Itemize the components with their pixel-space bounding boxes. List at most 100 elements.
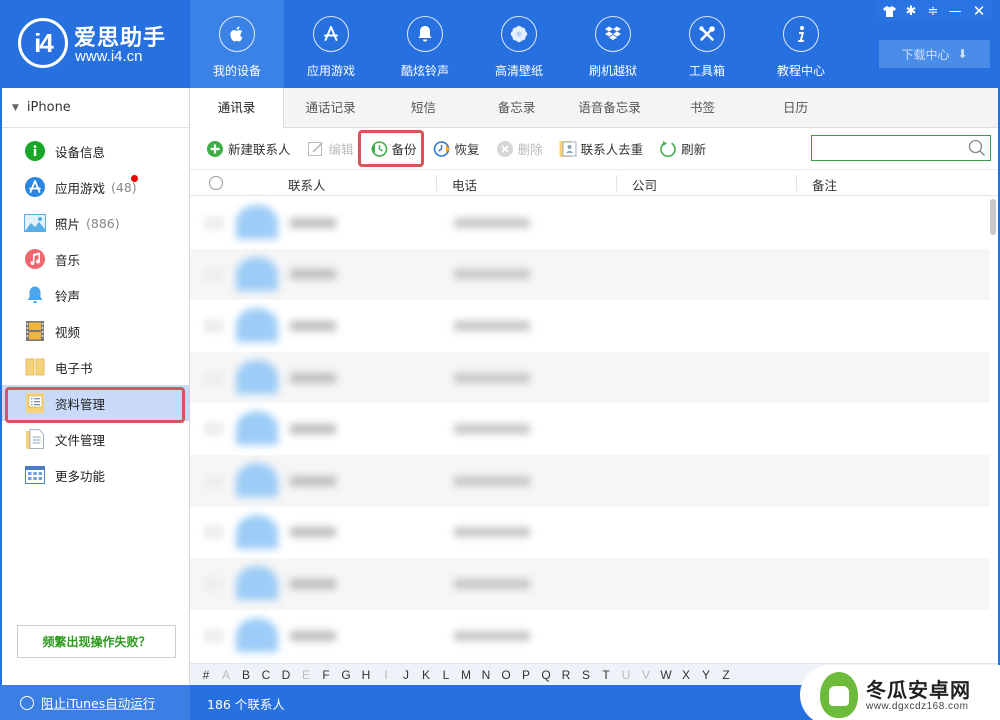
- column-contact[interactable]: 联系人: [288, 175, 326, 194]
- alphabet-letter[interactable]: P: [516, 668, 536, 682]
- alphabet-letter[interactable]: R: [556, 668, 576, 682]
- alphabet-letter[interactable]: C: [256, 668, 276, 682]
- nav-flash-jailbreak[interactable]: 刷机越狱: [566, 0, 660, 88]
- sidebar-item-file-management[interactable]: 文件管理: [2, 421, 189, 457]
- tools-icon: [689, 16, 725, 52]
- tab-calendar[interactable]: 日历: [749, 88, 842, 127]
- alphabet-letter[interactable]: W: [656, 668, 676, 682]
- backup-button[interactable]: 备份: [370, 139, 417, 158]
- table-row[interactable]: [190, 507, 990, 559]
- table-row[interactable]: [190, 300, 990, 352]
- search-icon[interactable]: [968, 139, 986, 160]
- watermark-url: www.dgxcdz168.com: [866, 700, 969, 712]
- bell-icon: [24, 284, 46, 306]
- row-checkbox[interactable]: [204, 422, 224, 437]
- search-input[interactable]: [812, 136, 962, 160]
- row-checkbox[interactable]: [204, 215, 224, 230]
- contact-phone: [454, 217, 530, 228]
- nav-label: 工具箱: [688, 64, 725, 78]
- alphabet-letter[interactable]: G: [336, 668, 356, 682]
- nav-apps-games[interactable]: 应用游戏: [284, 0, 378, 88]
- tab-messages[interactable]: 短信: [377, 88, 470, 127]
- nav-my-device[interactable]: 我的设备: [190, 0, 284, 88]
- alphabet-letter[interactable]: X: [676, 668, 696, 682]
- alphabet-letter[interactable]: Q: [536, 668, 556, 682]
- column-notes[interactable]: 备注: [812, 175, 837, 194]
- plus-circle-icon: [207, 140, 223, 157]
- main-nav: 我的设备 应用游戏 酷炫铃声 高清壁纸 刷机越狱 工具箱 教程中心: [190, 0, 848, 88]
- alphabet-letter[interactable]: B: [236, 668, 256, 682]
- edit-label: 编辑: [328, 142, 354, 157]
- new-contact-button[interactable]: 新建联系人: [206, 139, 291, 158]
- row-checkbox[interactable]: [204, 370, 224, 385]
- row-checkbox[interactable]: [204, 267, 224, 282]
- download-center-button[interactable]: 下载中心 ⬇: [879, 40, 990, 68]
- nav-toolbox[interactable]: 工具箱: [660, 0, 754, 88]
- table-row[interactable]: [190, 351, 990, 404]
- operation-failure-help-button[interactable]: 频繁出现操作失败？: [17, 625, 176, 658]
- sidebar-item-device-info[interactable]: 设备信息: [2, 133, 189, 169]
- vertical-scrollbar[interactable]: [990, 199, 996, 235]
- toolbar: 新建联系人 编辑 备份 恢复 删除 联系人去重 刷新: [190, 128, 998, 170]
- sidebar-item-more[interactable]: 更多功能: [2, 457, 189, 493]
- menu-icon[interactable]: ≑: [922, 1, 944, 21]
- tab-contacts[interactable]: 通讯录: [190, 88, 284, 129]
- skin-icon[interactable]: [878, 1, 900, 21]
- nav-wallpapers[interactable]: 高清壁纸: [472, 0, 566, 88]
- app-store-icon: [313, 16, 349, 52]
- table-row[interactable]: [190, 454, 990, 507]
- alphabet-letter[interactable]: L: [436, 668, 456, 682]
- row-checkbox[interactable]: [204, 473, 224, 488]
- sidebar-item-videos[interactable]: 视频: [2, 313, 189, 349]
- alphabet-letter[interactable]: #: [196, 668, 216, 682]
- device-header[interactable]: ▼ iPhone: [2, 88, 189, 128]
- edit-button[interactable]: 编辑: [307, 139, 354, 158]
- column-company[interactable]: 公司: [632, 175, 657, 194]
- table-row[interactable]: [190, 248, 990, 301]
- alphabet-letter[interactable]: F: [316, 668, 336, 682]
- alphabet-letter[interactable]: D: [276, 668, 296, 682]
- sidebar-item-data-management[interactable]: 资料管理: [2, 385, 189, 421]
- app-store-icon: [24, 176, 46, 198]
- refresh-button[interactable]: 刷新: [659, 139, 706, 158]
- sidebar-item-photos[interactable]: 照片 (886): [2, 205, 189, 241]
- alphabet-letter[interactable]: O: [496, 668, 516, 682]
- alphabet-letter[interactable]: J: [396, 668, 416, 682]
- select-all-checkbox[interactable]: [209, 175, 223, 190]
- window-controls: ✱ ≑ — ✕: [878, 1, 992, 21]
- tab-notes[interactable]: 备忘录: [470, 88, 563, 127]
- alphabet-letter[interactable]: S: [576, 668, 596, 682]
- row-checkbox[interactable]: [204, 628, 224, 643]
- sidebar-item-apps[interactable]: 应用游戏 (48): [2, 169, 189, 205]
- delete-button[interactable]: 删除: [496, 139, 543, 158]
- column-phone[interactable]: 电话: [452, 175, 477, 194]
- settings-gear-icon[interactable]: ✱: [900, 1, 922, 21]
- nav-tutorials[interactable]: 教程中心: [754, 0, 848, 88]
- table-row[interactable]: [190, 610, 990, 662]
- close-button[interactable]: ✕: [966, 1, 992, 21]
- sidebar-item-ringtones[interactable]: 铃声: [2, 277, 189, 313]
- tab-call-history[interactable]: 通话记录: [284, 88, 377, 127]
- dedupe-contacts-button[interactable]: 联系人去重: [559, 139, 643, 158]
- table-row[interactable]: [190, 403, 990, 455]
- tab-bookmarks[interactable]: 书签: [656, 88, 749, 127]
- sidebar-item-music[interactable]: 音乐: [2, 241, 189, 277]
- nav-ringtones[interactable]: 酷炫铃声: [378, 0, 472, 88]
- row-checkbox[interactable]: [204, 318, 224, 333]
- alphabet-letter[interactable]: Y: [696, 668, 716, 682]
- table-row[interactable]: [190, 197, 990, 249]
- block-itunes-toggle[interactable]: 阻止iTunes自动运行: [0, 685, 190, 720]
- alphabet-letter[interactable]: H: [356, 668, 376, 682]
- row-checkbox[interactable]: [204, 576, 224, 591]
- alphabet-letter[interactable]: N: [476, 668, 496, 682]
- minimize-button[interactable]: —: [944, 1, 966, 21]
- alphabet-letter[interactable]: M: [456, 668, 476, 682]
- alphabet-letter[interactable]: Z: [716, 668, 736, 682]
- alphabet-letter[interactable]: T: [596, 668, 616, 682]
- tab-voice-memos[interactable]: 语音备忘录: [563, 88, 656, 127]
- table-row[interactable]: [190, 558, 990, 610]
- alphabet-letter[interactable]: K: [416, 668, 436, 682]
- sidebar-item-ebooks[interactable]: 电子书: [2, 349, 189, 385]
- row-checkbox[interactable]: [204, 525, 224, 540]
- restore-button[interactable]: 恢复: [433, 139, 480, 158]
